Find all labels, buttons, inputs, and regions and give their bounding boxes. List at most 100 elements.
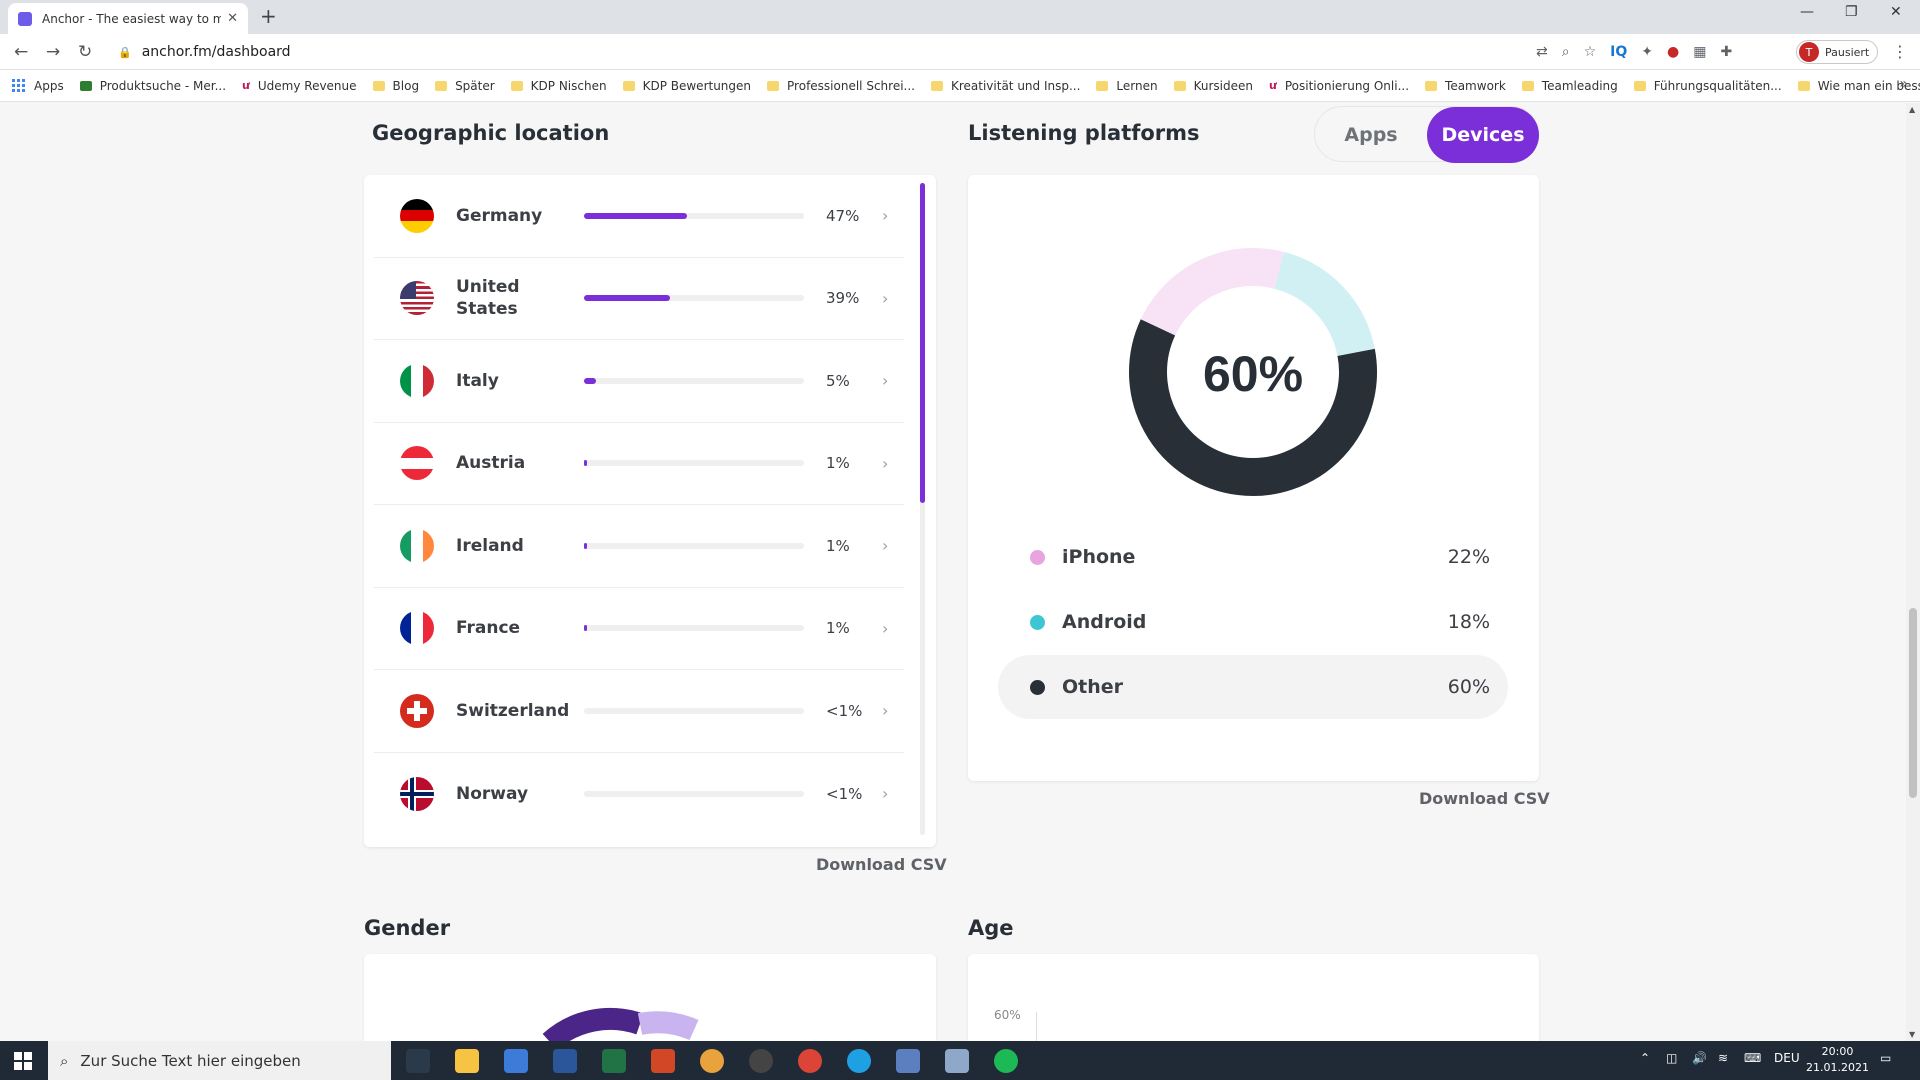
reload-icon[interactable]: ↻ [78,42,92,62]
powerpoint-icon[interactable] [651,1049,675,1073]
edge-icon[interactable] [847,1049,871,1073]
keyboard-icon[interactable]: ⌨ [1744,1051,1761,1065]
bookmarks-overflow-icon[interactable]: » [1899,76,1908,92]
bookmark-item[interactable]: Professionell Schrei... [767,79,915,93]
forward-icon[interactable]: → [46,42,60,62]
country-share-fill [584,377,596,384]
scroll-down-icon[interactable]: ▼ [1909,1030,1915,1039]
chevron-right-icon[interactable]: › [882,701,888,720]
country-row-germany[interactable]: Germany 47% › [374,175,904,258]
chevron-right-icon[interactable]: › [882,536,888,555]
bookmark-item[interactable]: ư Positionierung Onli... [1269,79,1409,93]
donut-slice-iphone[interactable] [1140,248,1284,336]
age-card: 60% [968,954,1539,1041]
chrome-menu-icon[interactable]: ⋮ [1892,42,1908,61]
country-share-fill [584,625,587,632]
file-explorer-icon[interactable] [455,1049,479,1073]
age-title: Age [968,916,1014,940]
minimize-icon[interactable]: — [1800,4,1814,20]
donut-slice-android[interactable] [1273,251,1375,357]
chevron-right-icon[interactable]: › [882,784,888,803]
geo-scroll-thumb[interactable] [920,183,925,503]
system-clock[interactable]: 20:00 21.01.2021 [1806,1044,1869,1076]
chevron-right-icon[interactable]: › [882,371,888,390]
page-scroll-thumb[interactable] [1909,608,1917,798]
bookmark-item[interactable]: Teamwork [1425,79,1506,93]
puzzle-icon[interactable]: ✚ [1720,44,1732,60]
tool-icon[interactable] [896,1049,920,1073]
volume-icon[interactable]: 🔊 [1692,1051,1707,1065]
chevron-right-icon[interactable]: › [882,454,888,473]
toggle-devices[interactable]: Devices [1427,107,1539,163]
address-bar: ← → ↻ 🔒 anchor.fm/dashboard ⇄ ⌕ ☆ IQ ✦ ●… [0,34,1920,70]
donut-center-label: 60% [1203,346,1303,402]
geo-download-csv[interactable]: Download CSV [816,855,947,874]
new-tab-icon[interactable]: + [260,4,277,28]
bookmark-star-icon[interactable]: ☆ [1584,44,1597,60]
zoom-icon[interactable]: ⌕ [1562,44,1570,60]
back-icon[interactable]: ← [14,42,28,62]
legend-label: Android [1062,611,1147,633]
bookmark-item[interactable]: KDP Bewertungen [622,79,751,93]
chevron-right-icon[interactable]: › [882,206,888,225]
windows-start-icon[interactable] [14,1052,32,1070]
bookmark-item[interactable]: Produktsuche - Mer... [79,79,226,93]
bookmark-item[interactable]: Apps [12,78,64,93]
extension-red-icon[interactable]: ● [1667,44,1679,60]
country-row-austria[interactable]: Austria 1% › [374,423,904,505]
bookmark-item[interactable]: Kreativität und Insp... [930,79,1080,93]
wifi-icon[interactable]: ≋ [1718,1051,1728,1065]
notepad-icon[interactable] [945,1049,969,1073]
country-row-switzerland[interactable]: Switzerland <1% › [374,670,904,753]
legend-dot-icon [1030,614,1045,630]
country-row-italy[interactable]: Italy 5% › [374,340,904,423]
platforms-download-csv[interactable]: Download CSV [1419,789,1550,808]
bookmark-item[interactable]: Teamleading [1521,79,1618,93]
legend-item-android[interactable]: Android 18% [998,590,1508,654]
extension-iq-icon[interactable]: IQ [1610,44,1627,60]
language-indicator[interactable]: DEU [1774,1051,1800,1065]
extension-icon[interactable]: ✦ [1641,44,1653,60]
taskbar-search[interactable]: ⌕ Zur Suche Text hier eingeben [48,1041,391,1080]
legend-item-other[interactable]: Other 60% [998,655,1508,719]
browser-tab[interactable]: Anchor - The easiest way to mak ✕ [8,3,248,34]
profile-button[interactable]: T Pausiert [1796,40,1879,64]
scroll-up-icon[interactable]: ▲ [1909,105,1915,114]
notifications-icon[interactable]: ▭ [1880,1051,1891,1065]
task-view-icon[interactable] [406,1049,430,1073]
chrome-icon[interactable] [798,1049,822,1073]
bookmark-item[interactable]: Lernen [1096,79,1158,93]
app-icon[interactable] [700,1049,724,1073]
country-row-ireland[interactable]: Ireland 1% › [374,505,904,588]
age-axis-line [1036,1012,1037,1041]
restore-icon[interactable]: ❐ [1845,4,1858,20]
toggle-apps[interactable]: Apps [1315,107,1427,163]
close-window-icon[interactable]: ✕ [1890,4,1902,20]
bookmark-item[interactable]: Blog [372,79,419,93]
chevron-right-icon[interactable]: › [882,619,888,638]
mail-icon[interactable] [504,1049,528,1073]
geo-scrollbar[interactable] [920,183,925,835]
bookmark-item[interactable]: Führungsqualitäten... [1633,79,1782,93]
country-row-united-states[interactable]: United States 39% › [374,258,904,340]
country-row-norway[interactable]: Norway <1% › [374,753,904,836]
word-icon[interactable] [553,1049,577,1073]
network-icon[interactable]: ◫ [1666,1051,1677,1065]
excel-icon[interactable] [602,1049,626,1073]
legend-item-iphone[interactable]: iPhone 22% [998,525,1508,589]
extension-grid-icon[interactable]: ▦ [1693,44,1706,60]
bookmark-label: Positionierung Onli... [1284,78,1410,93]
bookmark-item[interactable]: ư Udemy Revenue [242,79,357,93]
bookmark-item[interactable]: Später [435,79,495,93]
bookmark-item[interactable]: Kursideen [1173,79,1253,93]
spotify-icon[interactable] [994,1049,1018,1073]
obs-icon[interactable] [749,1049,773,1073]
chevron-right-icon[interactable]: › [882,289,888,308]
url-field[interactable]: 🔒 anchor.fm/dashboard [112,38,1612,66]
country-row-france[interactable]: France 1% › [374,588,904,670]
translate-icon[interactable]: ⇄ [1536,44,1548,60]
bookmark-item[interactable]: KDP Nischen [510,79,607,93]
close-tab-icon[interactable]: ✕ [227,11,238,26]
page-scrollbar[interactable]: ▲ ▼ [1906,103,1920,1041]
tray-chevron-icon[interactable]: ⌃ [1640,1051,1650,1065]
